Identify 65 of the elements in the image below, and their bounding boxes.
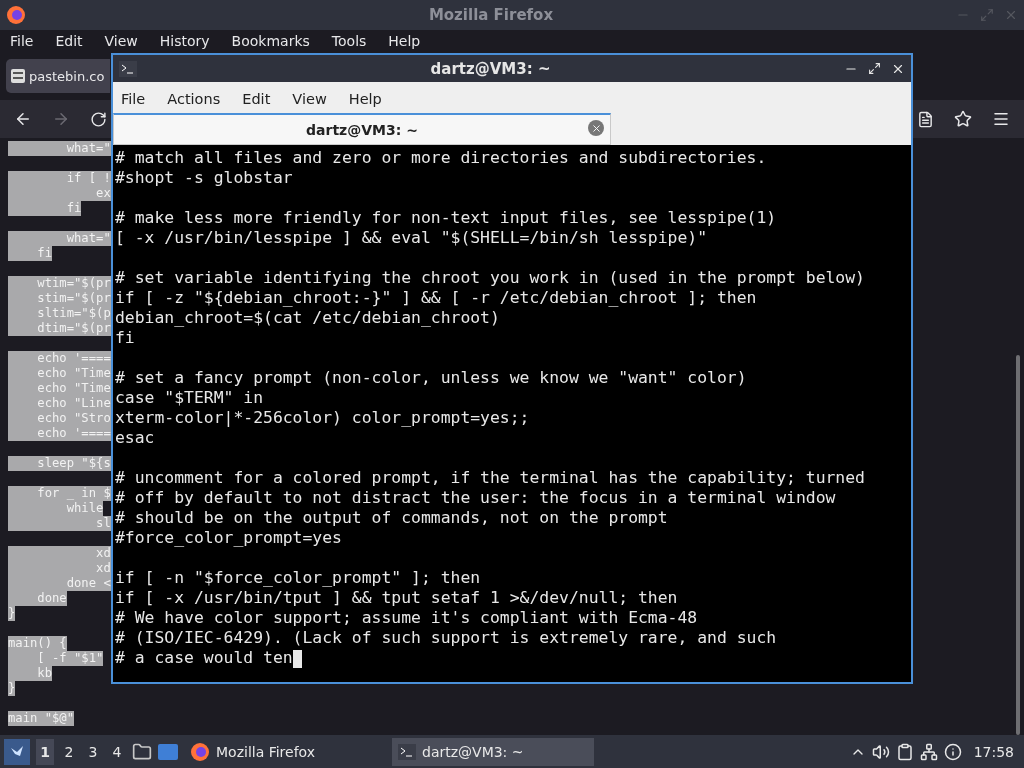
terminal-line: # a case would ten — [115, 648, 911, 668]
workspace-button[interactable]: 3 — [84, 738, 102, 765]
terminal-line: xterm-color|*-256color) color_prompt=yes;; — [115, 408, 531, 428]
terminal-line: # match all files and zero or more directories and subdirectories. — [115, 148, 768, 168]
terminal-line: if [ -n "$force_color_prompt" ]; then — [115, 568, 482, 588]
terminal-icon — [119, 60, 137, 77]
taskbar-task[interactable]: dartz@VM3: ~ — [392, 737, 594, 766]
desktop-icon[interactable] — [158, 743, 178, 760]
taskbar-task[interactable]: Mozilla Firefox — [184, 737, 386, 766]
cursor — [292, 649, 302, 668]
reload-button[interactable] — [90, 110, 107, 128]
menu-item[interactable]: Edit — [242, 90, 271, 107]
menu-item[interactable]: Help — [388, 33, 421, 49]
menu-item[interactable]: History — [159, 33, 210, 49]
terminal-line: # set variable identifying the chroot you work in (used in the prompt below) — [115, 268, 866, 288]
clock: 17:58 — [972, 743, 1015, 760]
window-title: Mozilla Firefox — [427, 6, 555, 24]
workspace-button[interactable]: 4 — [108, 738, 126, 765]
terminal-line: # We have color support; assume it's compliant with Ecma-48 — [115, 608, 699, 628]
terminal-line: # uncomment for a colored prompt, if the terminal has the capability; turned — [115, 468, 866, 488]
menu-item[interactable]: Edit — [55, 33, 83, 49]
browser-tab[interactable]: pastebin.co — [6, 59, 110, 93]
reader-view-icon[interactable] — [917, 110, 934, 128]
bookmark-star-icon[interactable] — [954, 110, 972, 128]
page-icon — [11, 69, 25, 83]
clipboard-icon[interactable] — [895, 742, 914, 761]
terminal-line: debian_chroot=$(cat /etc/debian_chroot) — [115, 308, 501, 328]
folder-icon[interactable] — [132, 741, 152, 762]
terminal-line: if [ -x /usr/bin/tput ] && tput setaf 1 >&/dev/null; then — [115, 588, 679, 608]
window-title: dartz@VM3: ~ — [429, 59, 552, 78]
menu-item[interactable]: File — [121, 90, 146, 107]
firefox-icon — [6, 5, 26, 25]
back-button[interactable] — [14, 110, 32, 128]
terminal-tab[interactable]: dartz@VM3: ~ — [113, 113, 611, 145]
terminal-line: esac — [115, 428, 156, 448]
menu-item[interactable]: Bookmarks — [231, 33, 310, 49]
menu-icon[interactable] — [992, 110, 1010, 128]
firefox-icon — [190, 741, 210, 762]
maximize-icon[interactable] — [868, 61, 881, 75]
volume-icon[interactable] — [871, 742, 890, 761]
terminal-line: # set a fancy prompt (non-color, unless we know we "want" color) — [115, 368, 748, 388]
menu-item[interactable]: Tools — [331, 33, 367, 49]
menu-item[interactable]: View — [292, 90, 327, 107]
menu-item[interactable]: File — [10, 33, 34, 49]
terminal-line: #shopt -s globstar — [115, 168, 294, 188]
workspace-button[interactable]: 1 — [36, 738, 54, 765]
close-tab-icon[interactable] — [588, 120, 604, 136]
network-icon[interactable] — [919, 742, 938, 761]
terminal-line: [ -x /usr/bin/lesspipe ] && eval "$(SHELL=/bin/sh lesspipe)" — [115, 228, 709, 248]
terminal-line: #force_color_prompt=yes — [115, 528, 343, 548]
menu-item[interactable]: Help — [348, 90, 382, 107]
scrollbar[interactable] — [1016, 355, 1020, 735]
menu-item[interactable]: View — [104, 33, 138, 49]
terminal-line: # make less more friendly for non-text input files, see lesspipe(1) — [115, 208, 778, 228]
menu-item[interactable]: Actions — [167, 90, 221, 107]
terminal-line: case "$TERM" in — [115, 388, 265, 408]
terminal-line: if [ -z "${debian_chroot:-}" ] && [ -r /etc/debian_chroot ]; then — [115, 288, 758, 308]
workspace-button[interactable]: 2 — [60, 738, 78, 765]
terminal-line: # off by default to not distract the user: the focus in a terminal window — [115, 488, 837, 508]
terminal-icon — [398, 743, 416, 760]
terminal-line: # should be on the output of commands, not on the prompt — [115, 508, 669, 528]
notification-icon[interactable] — [943, 742, 962, 761]
terminal-line: # (ISO/IEC-6429). (Lack of such support is extremely rare, and such — [115, 628, 778, 648]
terminal-line: fi — [115, 328, 136, 348]
start-menu-button[interactable] — [4, 738, 30, 765]
